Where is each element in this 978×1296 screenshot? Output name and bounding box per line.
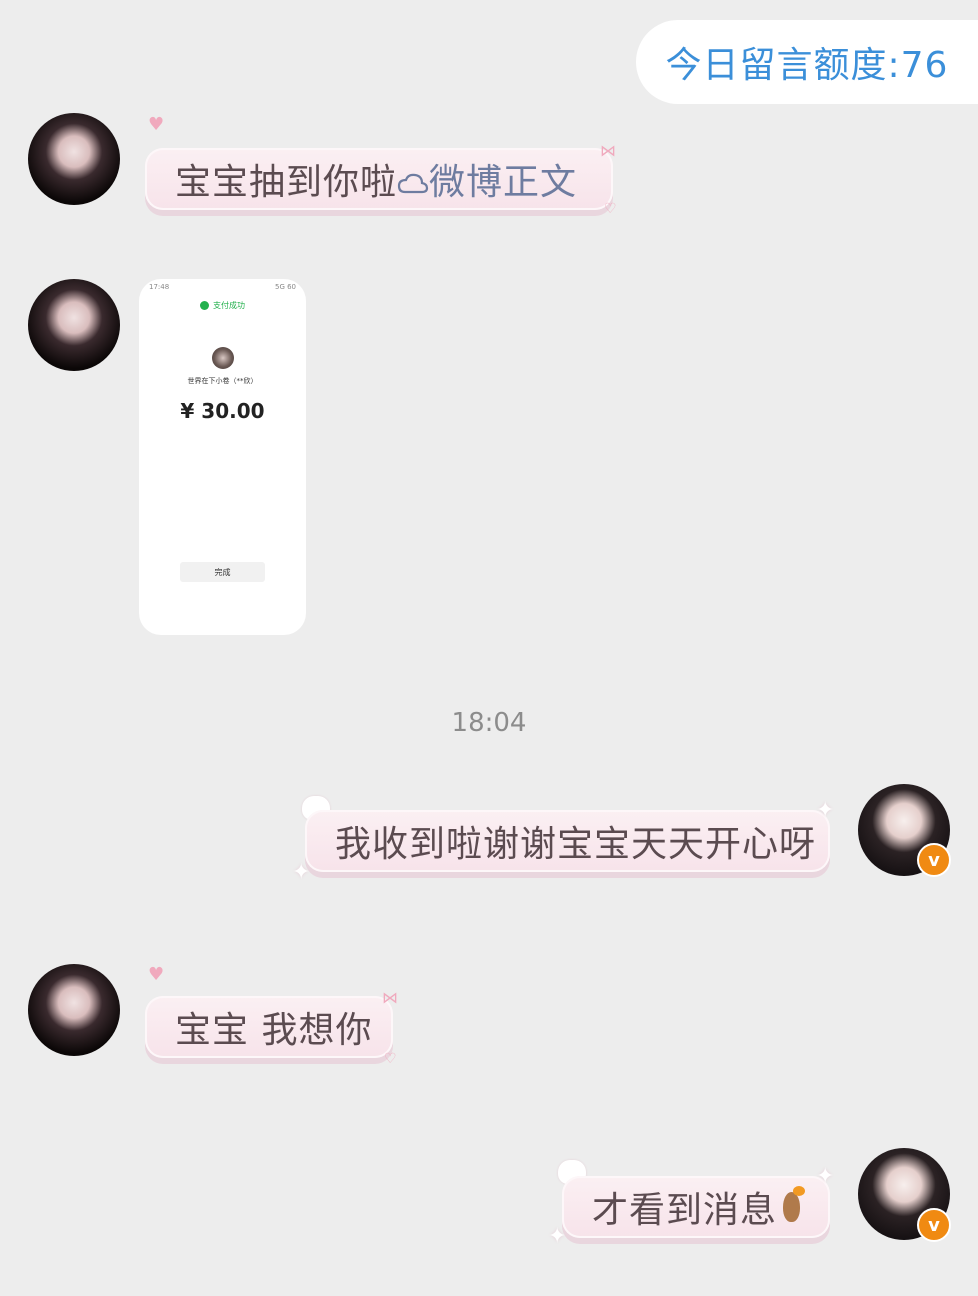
message-text: 宝宝 我想你 <box>175 1010 373 1051</box>
message-bubble[interactable]: 宝宝 我想你 <box>145 996 393 1058</box>
sparkle-decoration-icon: ✦ <box>816 1164 835 1189</box>
sparkle-decoration-icon: ✦ <box>292 860 311 885</box>
message-text: 才看到消息 <box>592 1190 778 1231</box>
payment-success-text: 支付成功 <box>213 301 245 310</box>
sparkle-decoration-icon: ✦ <box>816 798 835 823</box>
screenshot-status-time: 17:48 <box>149 283 170 291</box>
payment-amount: ¥ 30.00 <box>180 399 265 423</box>
payee-name: 世界在下小卷（**欣） <box>187 377 258 385</box>
sparkle-decoration-icon: ♡ <box>604 201 617 217</box>
heart-decoration-icon: ♥ <box>148 964 165 985</box>
sender-avatar[interactable] <box>28 279 120 371</box>
sender-avatar[interactable] <box>28 113 120 205</box>
screenshot-status-signal: 5G 60 <box>274 283 296 291</box>
heart-decoration-icon: ♥ <box>148 114 165 135</box>
message-bubble[interactable]: 才看到消息 <box>562 1176 830 1238</box>
payment-screenshot-image[interactable]: 17:48 5G 60 支付成功 世界在下小卷（**欣） ¥ 30.00 完成 <box>139 279 306 635</box>
weibo-post-link[interactable]: 微博正文 <box>397 153 577 205</box>
message-text: 宝宝抽到你啦 <box>175 162 398 203</box>
sparkle-decoration-icon: ♡ <box>384 1051 397 1067</box>
message-quota-pill: 今日留言额度:76 <box>636 20 978 104</box>
done-button: 完成 <box>180 562 265 582</box>
sender-avatar[interactable] <box>28 964 120 1056</box>
cloud-icon <box>397 173 429 194</box>
bow-decoration-icon: ⋈ <box>382 988 398 1007</box>
message-text: 我收到啦谢谢宝宝天天开心呀 <box>335 824 817 865</box>
capybara-orange-icon <box>783 1186 805 1222</box>
payee-avatar <box>212 347 234 369</box>
bow-decoration-icon: ⋈ <box>600 141 616 160</box>
verified-badge-icon: v <box>917 843 951 877</box>
message-bubble[interactable]: 宝宝抽到你啦 微博正文 <box>145 148 613 210</box>
quota-label: 今日留言额度:76 <box>665 45 949 86</box>
timestamp-divider: 18:04 <box>451 708 527 738</box>
message-bubble[interactable]: 我收到啦谢谢宝宝天天开心呀 <box>305 810 830 872</box>
weibo-post-link-text: 微博正文 <box>429 162 578 203</box>
check-icon <box>200 301 209 310</box>
verified-badge-icon: v <box>917 1208 951 1242</box>
